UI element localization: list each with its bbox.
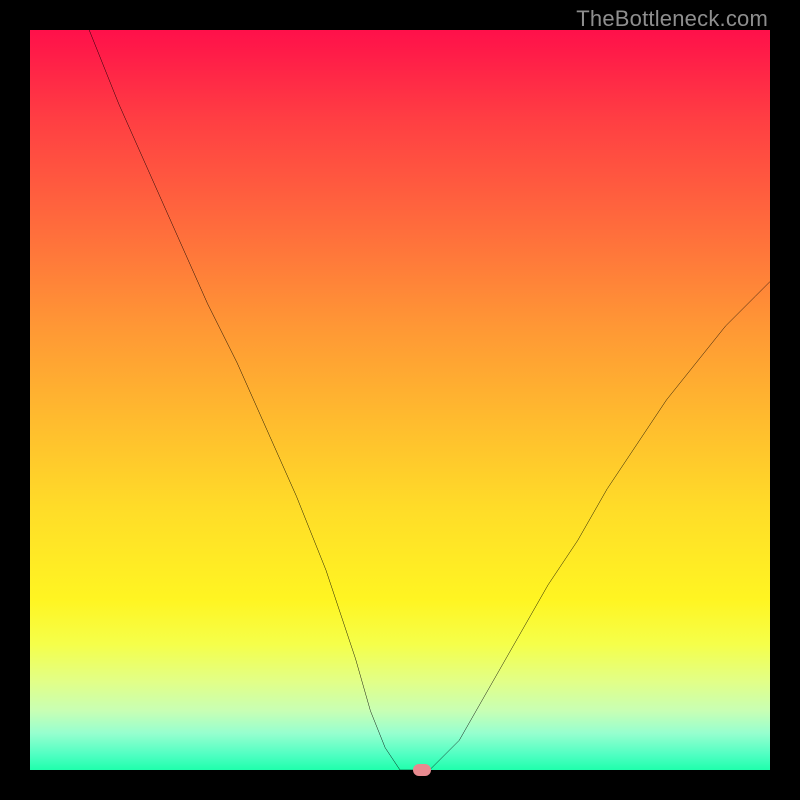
curve-path	[89, 30, 770, 770]
chart-frame: TheBottleneck.com	[0, 0, 800, 800]
bottleneck-curve	[30, 30, 770, 770]
watermark-text: TheBottleneck.com	[576, 6, 768, 32]
optimal-point-marker	[413, 764, 431, 776]
plot-area	[30, 30, 770, 770]
